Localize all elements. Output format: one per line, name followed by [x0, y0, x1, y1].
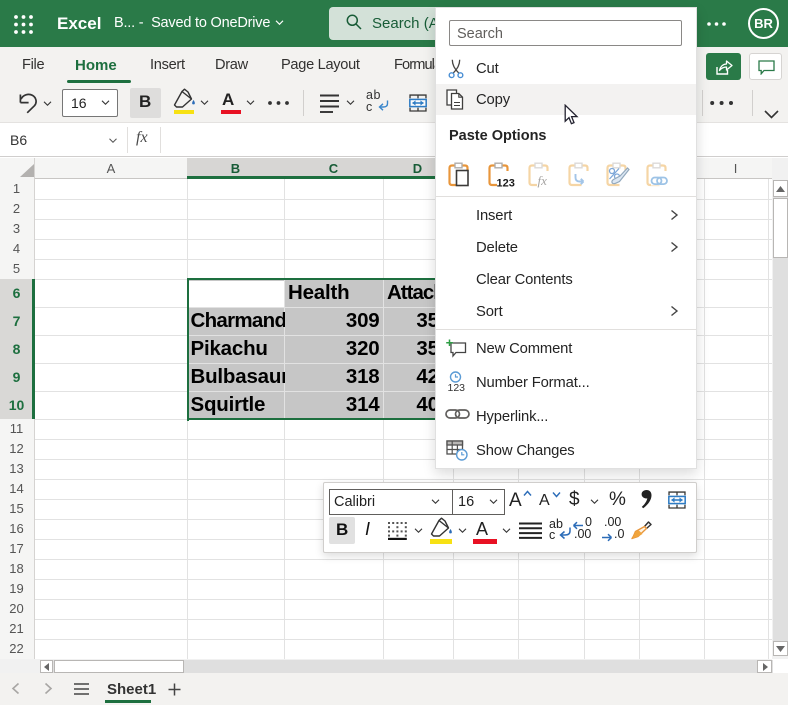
- svg-text:123: 123: [497, 178, 515, 190]
- svg-text:fx: fx: [538, 173, 548, 188]
- svg-text:123: 123: [448, 382, 466, 392]
